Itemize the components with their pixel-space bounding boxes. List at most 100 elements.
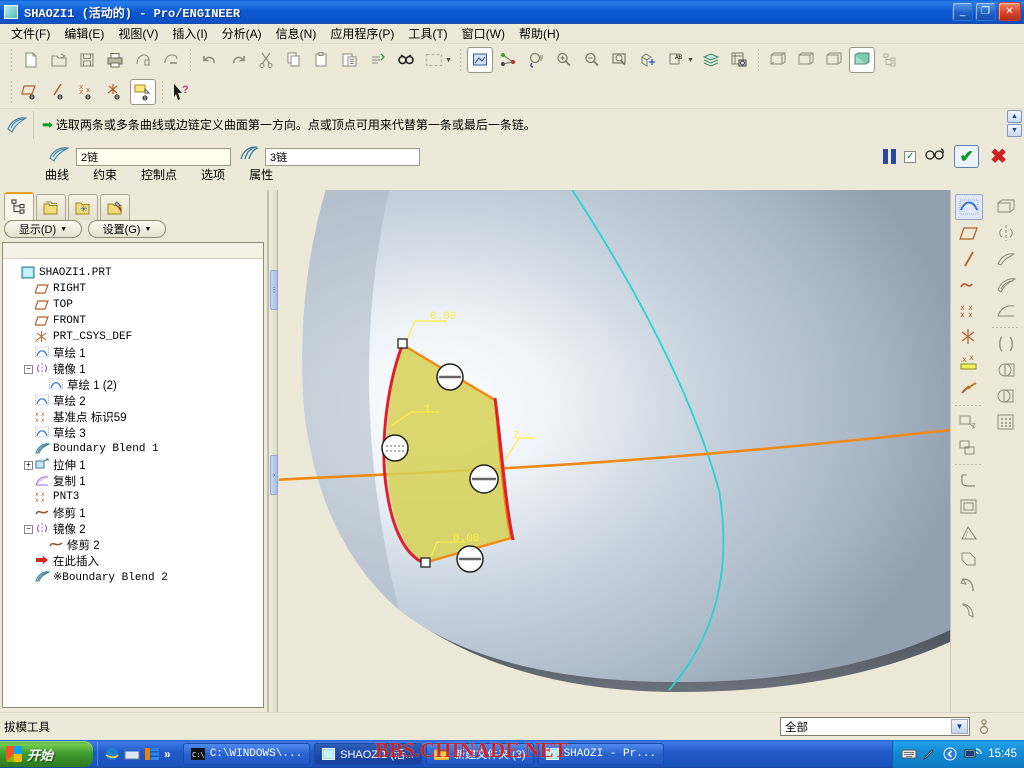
orientation-icon[interactable] — [523, 47, 549, 73]
zoom-out-icon[interactable] — [579, 47, 605, 73]
revolve-icon[interactable] — [955, 435, 983, 461]
start-button[interactable]: 开始 — [0, 741, 93, 767]
save-icon[interactable] — [74, 47, 100, 73]
tree-item[interactable]: TOP — [7, 297, 263, 313]
chevron-down-icon[interactable]: ▼ — [951, 719, 968, 734]
network-icon[interactable] — [964, 747, 982, 761]
tree-item[interactable]: FRONT — [7, 313, 263, 329]
model-tree-tab[interactable] — [4, 192, 34, 220]
dashboard-tab-0[interactable]: 曲线 — [42, 165, 72, 184]
tree-item[interactable]: 修剪 1 — [7, 505, 263, 521]
blend-icon[interactable] — [955, 598, 983, 624]
zoom-in-icon[interactable] — [551, 47, 577, 73]
dashboard-tab-3[interactable]: 选项 — [198, 165, 228, 184]
panel-splitter[interactable]: ⋮ › — [268, 190, 278, 712]
taskbar-task-1[interactable]: SHAOZI1 (活... — [314, 743, 423, 765]
tree-item[interactable]: x PRT_CSYS_DEF — [7, 329, 263, 345]
print-icon[interactable] — [102, 47, 128, 73]
taskbar-task-2[interactable]: 新建文件夹 (3) — [426, 743, 534, 765]
solid-box-icon[interactable] — [992, 194, 1020, 220]
model-tree-toggle-icon[interactable] — [877, 47, 903, 73]
sweep-icon[interactable] — [955, 572, 983, 598]
wireframe-icon[interactable] — [765, 47, 791, 73]
tree-item[interactable]: ※Boundary Blend 2 — [7, 569, 263, 585]
datum-annotation-icon[interactable] — [130, 79, 156, 105]
media-player-icon[interactable] — [144, 746, 160, 762]
tree-item[interactable]: 草绘 1 (2) — [7, 377, 263, 393]
fill-surface-icon[interactable] — [992, 246, 1020, 272]
merge-icon[interactable] — [992, 331, 1020, 357]
menu-item-7[interactable]: 工具(T) — [401, 23, 454, 44]
show-desktop-icon[interactable] — [124, 746, 140, 762]
shell-icon[interactable] — [955, 494, 983, 520]
annotate-dropdown-caret[interactable]: ▼ — [687, 57, 694, 64]
chevron-left-icon[interactable] — [943, 747, 958, 761]
pen-icon[interactable] — [922, 747, 937, 761]
quick-launch-more-icon[interactable]: » — [164, 747, 171, 761]
datum-display-icon[interactable] — [495, 47, 521, 73]
pause-icon[interactable] — [883, 149, 897, 164]
connections-tab[interactable] — [100, 194, 130, 220]
offset-icon[interactable] — [992, 298, 1020, 324]
rib-icon[interactable] — [955, 546, 983, 572]
draft-icon[interactable] — [955, 520, 983, 546]
tree-item[interactable]: SHAOZI1.PRT — [7, 265, 263, 281]
print-preview-icon[interactable] — [130, 47, 156, 73]
tree-expander[interactable]: − — [24, 524, 33, 534]
datum-point-offset-icon[interactable]: xx — [955, 350, 983, 376]
preview-checkbox[interactable]: ✓ — [904, 150, 917, 163]
selection-filter-combo[interactable]: 全部 ▼ — [780, 717, 970, 736]
tree-item[interactable]: RIGHT — [7, 281, 263, 297]
undo-icon[interactable] — [197, 47, 223, 73]
favorites-tab[interactable]: ✳ — [68, 194, 98, 220]
datum-plane-icon[interactable] — [955, 220, 983, 246]
tree-item[interactable]: − 镜像 1 — [7, 361, 263, 377]
tree-expander[interactable]: − — [24, 364, 33, 374]
menu-item-6[interactable]: 应用程序(P) — [323, 23, 401, 44]
cut-icon[interactable] — [253, 47, 279, 73]
message-scroll-up[interactable]: ▲ — [1007, 110, 1022, 123]
dashboard-tab-4[interactable]: 属性 — [246, 165, 276, 184]
tree-item[interactable]: 草绘 1 — [7, 345, 263, 361]
model-snapshot-icon[interactable] — [726, 47, 752, 73]
datum-csys-icon[interactable] — [102, 79, 128, 105]
mirror-geom-icon[interactable] — [992, 220, 1020, 246]
menu-item-5[interactable]: 信息(N) — [269, 23, 324, 44]
cancel-button[interactable]: ✖ — [987, 147, 1010, 167]
glasses-preview-icon[interactable] — [924, 147, 946, 166]
saved-view-icon[interactable] — [635, 47, 661, 73]
tree-item[interactable]: x x x x 基准点 标识59 — [7, 409, 263, 425]
tree-item[interactable]: + 拉伸 1 — [7, 457, 263, 473]
tree-item[interactable]: x x x x PNT3 — [7, 489, 263, 505]
graphics-viewport[interactable]: 0.00 1 2 0.00 — [279, 190, 950, 712]
second-direction-collector[interactable]: 3链 — [265, 147, 420, 166]
datum-csys-icon[interactable] — [955, 324, 983, 350]
pattern-icon[interactable] — [992, 409, 1020, 435]
select-box-icon[interactable] — [421, 47, 447, 73]
maximize-button[interactable]: ❐ — [975, 2, 996, 21]
menu-item-1[interactable]: 编辑(E) — [57, 23, 111, 44]
display-button[interactable]: 显示(D) ▼ — [4, 220, 82, 238]
model-tree[interactable]: SHAOZI1.PRT RIGHT TOP FRONT x PRT_CSYS_DEF 草绘 … — [2, 242, 264, 708]
menu-item-8[interactable]: 窗口(W) — [455, 23, 512, 44]
keyboard-icon[interactable] — [901, 747, 917, 761]
layer-icon[interactable] — [698, 47, 724, 73]
tree-item[interactable]: Boundary Blend 1 — [7, 441, 263, 457]
dashboard-tab-2[interactable]: 控制点 — [138, 165, 180, 184]
mail-icon[interactable] — [158, 47, 184, 73]
round-icon[interactable] — [955, 468, 983, 494]
ok-button[interactable]: ✔ — [954, 145, 980, 168]
datum-point-icon[interactable]: xxx — [74, 79, 100, 105]
no-hidden-icon[interactable] — [821, 47, 847, 73]
paste-special-icon[interactable] — [337, 47, 363, 73]
refit-icon[interactable] — [607, 47, 633, 73]
regenerate-icon[interactable] — [365, 47, 391, 73]
message-scroll-down[interactable]: ▼ — [1007, 124, 1022, 137]
copy-icon[interactable] — [281, 47, 307, 73]
tree-expander[interactable]: + — [24, 460, 33, 470]
dashboard-tab-1[interactable]: 约束 — [90, 165, 120, 184]
settings-button[interactable]: 设置(G) ▼ — [88, 220, 166, 238]
menu-item-3[interactable]: 插入(I) — [165, 23, 214, 44]
open-folder-icon[interactable] — [46, 47, 72, 73]
select-box-dropdown-caret[interactable]: ▼ — [445, 57, 452, 64]
